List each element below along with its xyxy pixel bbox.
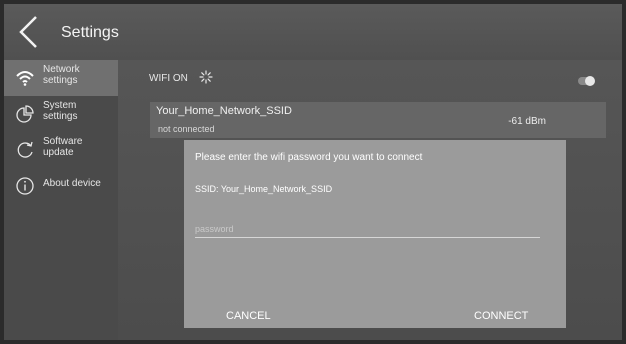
signal-strength: -61 dBm <box>508 116 546 127</box>
sidebar-item-about-device[interactable]: About device <box>4 168 118 204</box>
sidebar-item-label: Software update <box>43 136 83 158</box>
sidebar-item-software-update[interactable]: Software update <box>4 132 118 168</box>
toggle-knob <box>585 76 595 86</box>
network-list-item[interactable]: Your_Home_Network_SSID not connected -61… <box>150 102 606 138</box>
pie-chart-icon <box>16 105 34 123</box>
sidebar-item-network-settings[interactable]: Network settings <box>4 60 118 96</box>
dialog-title: Please enter the wifi password you want … <box>195 152 423 163</box>
back-button[interactable] <box>14 14 44 50</box>
wifi-toggle[interactable] <box>578 76 595 86</box>
info-icon <box>16 177 34 195</box>
header-bar: Settings <box>4 4 622 60</box>
loading-spinner-icon <box>199 70 213 84</box>
password-input[interactable] <box>195 221 540 238</box>
settings-screen: Settings Network settings System setting… <box>4 4 622 340</box>
refresh-icon <box>17 141 33 158</box>
network-status: not connected <box>158 124 215 134</box>
sidebar-item-label: Network settings <box>43 64 80 86</box>
cancel-button[interactable]: CANCEL <box>226 310 271 322</box>
wifi-password-dialog: Please enter the wifi password you want … <box>184 140 566 328</box>
network-ssid: Your_Home_Network_SSID <box>156 105 292 117</box>
wifi-status-label: WIFI ON <box>149 73 188 84</box>
sidebar-item-system-settings[interactable]: System settings <box>4 96 118 132</box>
sidebar: Network settings System settings Softwar… <box>4 60 118 340</box>
dialog-ssid: SSID: Your_Home_Network_SSID <box>195 184 333 194</box>
sidebar-item-label: System settings <box>43 100 78 122</box>
page-title: Settings <box>61 24 119 41</box>
chevron-left-icon <box>19 16 37 48</box>
wifi-icon <box>16 71 34 86</box>
connect-button[interactable]: CONNECT <box>474 310 528 322</box>
sidebar-item-label: About device <box>43 178 101 189</box>
